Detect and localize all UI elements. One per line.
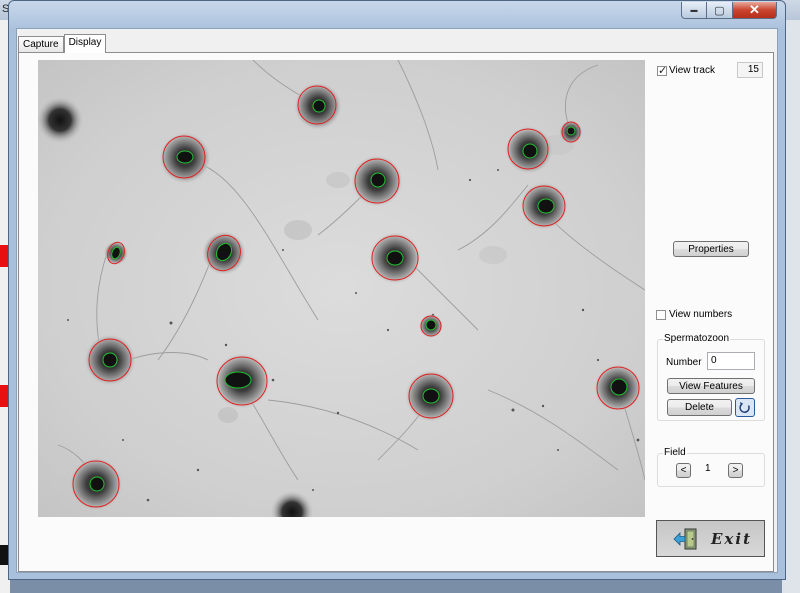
sperm-cell xyxy=(104,241,128,265)
sperm-cell xyxy=(214,353,270,409)
close-icon: ✕ xyxy=(749,2,760,17)
debris-blot xyxy=(270,490,314,517)
field-group-title: Field xyxy=(663,447,687,458)
tab-capture[interactable]: Capture xyxy=(18,36,64,53)
debris-blot xyxy=(38,96,84,144)
sperm-cell xyxy=(369,232,421,284)
maximize-icon: ▢ xyxy=(714,4,725,17)
view-numbers-label: View numbers xyxy=(669,309,733,320)
view-features-button[interactable]: View Features xyxy=(667,378,755,394)
sperm-cell xyxy=(559,120,583,144)
tab-display[interactable]: Display xyxy=(63,34,107,53)
minimize-button[interactable]: ▬ xyxy=(681,2,707,19)
field-prev-button[interactable]: < xyxy=(676,463,691,478)
number-input[interactable]: 0 xyxy=(707,352,755,370)
view-numbers-checkbox[interactable] xyxy=(656,310,666,320)
sperm-cell xyxy=(202,231,246,275)
sperm-cell xyxy=(159,132,211,184)
exit-button[interactable]: Exit xyxy=(656,520,765,557)
microscope-image xyxy=(38,60,645,517)
view-track-label: View track xyxy=(669,65,715,76)
sperm-cell xyxy=(69,457,123,511)
sperm-cell xyxy=(419,314,443,338)
field-next-button[interactable]: > xyxy=(728,463,743,478)
sperm-cell xyxy=(505,126,553,174)
exit-label: Exit xyxy=(711,529,753,548)
sperm-cell xyxy=(405,370,457,422)
sperm-cell xyxy=(351,155,403,207)
field-value: 1 xyxy=(705,463,711,474)
sperm-cell xyxy=(594,364,642,412)
exit-door-icon xyxy=(673,528,697,549)
undo-button[interactable] xyxy=(735,398,755,417)
properties-button[interactable]: Properties xyxy=(673,241,749,257)
view-track-checkbox[interactable]: ✓ xyxy=(657,65,668,77)
sperm-tails xyxy=(57,60,645,481)
undo-icon xyxy=(739,401,750,413)
sperm-cell xyxy=(520,182,568,230)
sperm-cell xyxy=(294,82,342,130)
microscope-image-view[interactable] xyxy=(38,60,645,517)
maximize-button[interactable]: ▢ xyxy=(707,2,733,19)
delete-button[interactable]: Delete xyxy=(667,399,732,416)
sperm-cell xyxy=(84,334,136,386)
minimize-icon: ▬ xyxy=(690,6,698,14)
field-group xyxy=(657,453,765,487)
check-icon: ✓ xyxy=(658,65,668,77)
spermatozoon-group-title: Spermatozoon xyxy=(663,333,731,344)
number-label: Number xyxy=(666,357,702,368)
window-controls: ▬ ▢ ✕ xyxy=(681,2,777,19)
tab-strip: Capture Display xyxy=(18,34,107,53)
close-button[interactable]: ✕ xyxy=(733,2,777,19)
track-count-field[interactable]: 15 xyxy=(737,62,763,78)
